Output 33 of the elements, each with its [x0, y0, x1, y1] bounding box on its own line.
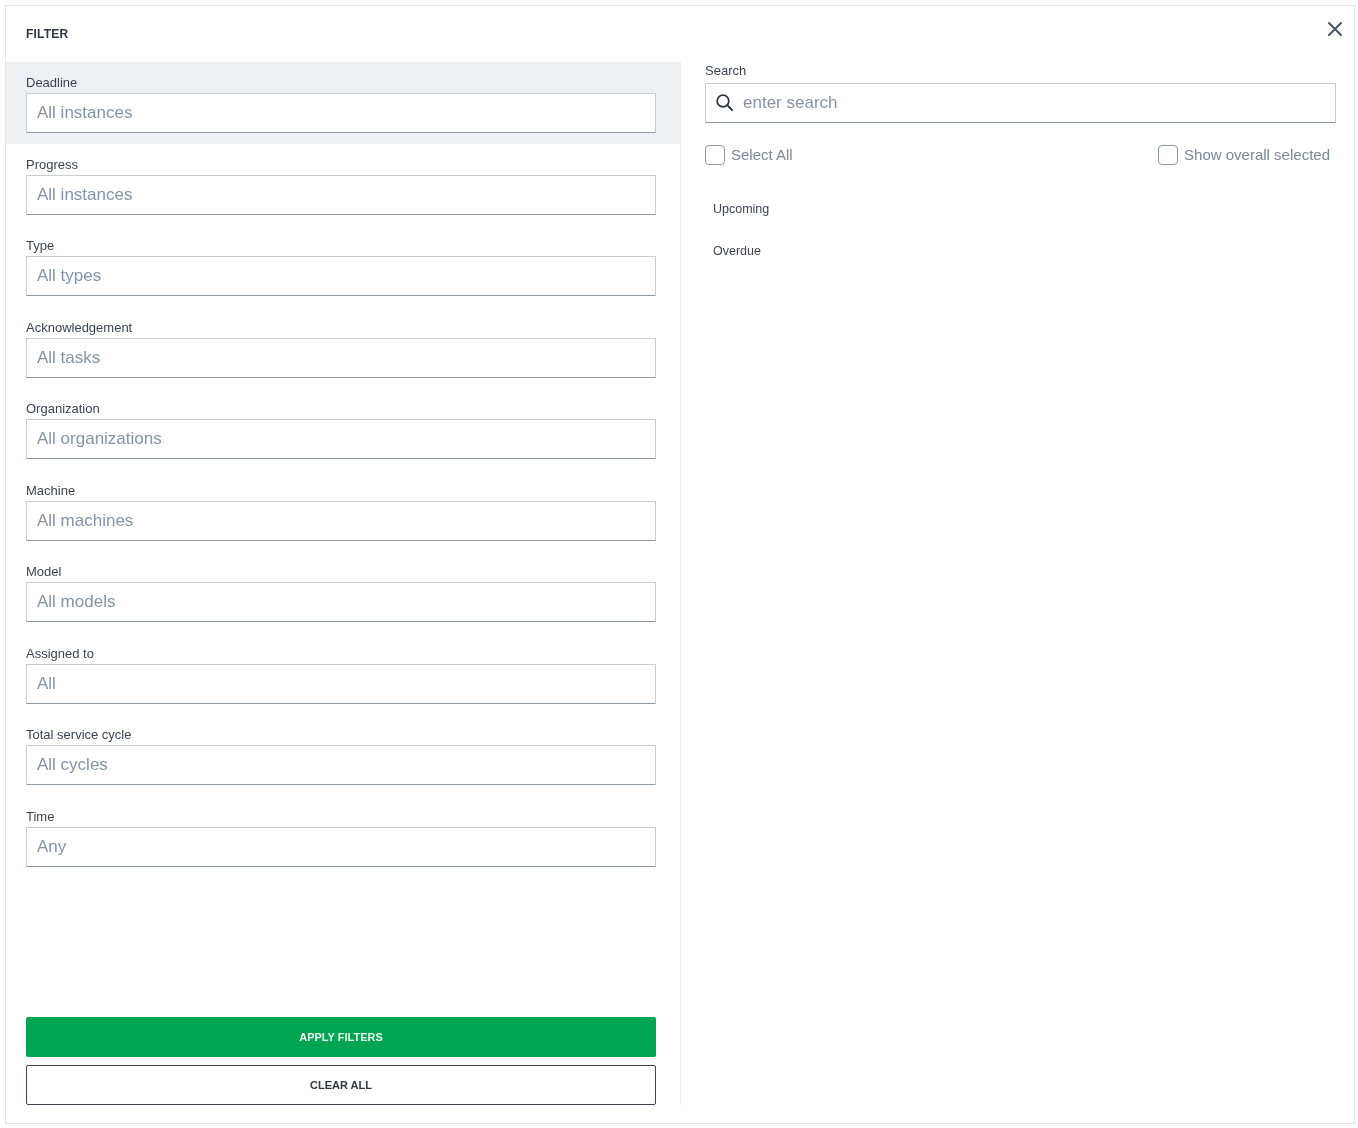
filter-field[interactable]: All instances	[26, 93, 656, 133]
filter-field[interactable]: All instances	[26, 174, 656, 215]
close-icon	[1328, 22, 1342, 36]
filter-label: Time	[26, 807, 56, 826]
search-field[interactable]: enter search	[705, 83, 1336, 123]
option-item[interactable]: Upcoming	[713, 200, 770, 218]
search-icon	[716, 94, 733, 111]
filter-field[interactable]: Any	[26, 826, 656, 867]
selected-filter-row[interactable]: Deadline All instances	[6, 62, 680, 144]
filter-label: Deadline	[26, 74, 79, 92]
filter-label: Type	[26, 237, 56, 255]
filter-label: Model	[26, 563, 63, 581]
checkbox-label: Show overall selected	[1184, 145, 1330, 165]
checkbox[interactable]	[705, 145, 725, 165]
filter-label: Organization	[26, 400, 101, 418]
filter-label: Acknowledgement	[26, 318, 134, 337]
filter-field[interactable]: All types	[26, 256, 656, 296]
search-label: Search	[705, 62, 748, 80]
checkbox-label: Select All	[731, 145, 793, 165]
checkbox[interactable]	[1158, 145, 1179, 165]
filter-field[interactable]: All tasks	[26, 337, 656, 378]
panel-title: FILTER	[26, 26, 69, 43]
clear-button[interactable]: CLEAR ALL	[26, 1065, 656, 1105]
filter-label: Machine	[26, 481, 77, 500]
filter-field[interactable]: All models	[26, 582, 656, 622]
filter-label: Progress	[26, 155, 80, 174]
option-item[interactable]: Overdue	[713, 242, 761, 260]
filter-field[interactable]: All	[26, 663, 656, 704]
filter-field[interactable]: All machines	[26, 500, 656, 541]
filter-field[interactable]: All cycles	[26, 745, 656, 785]
filter-label: Assigned to	[26, 644, 95, 663]
filter-label: Total service cycle	[26, 726, 133, 744]
filter-field[interactable]: All organizations	[26, 419, 656, 459]
